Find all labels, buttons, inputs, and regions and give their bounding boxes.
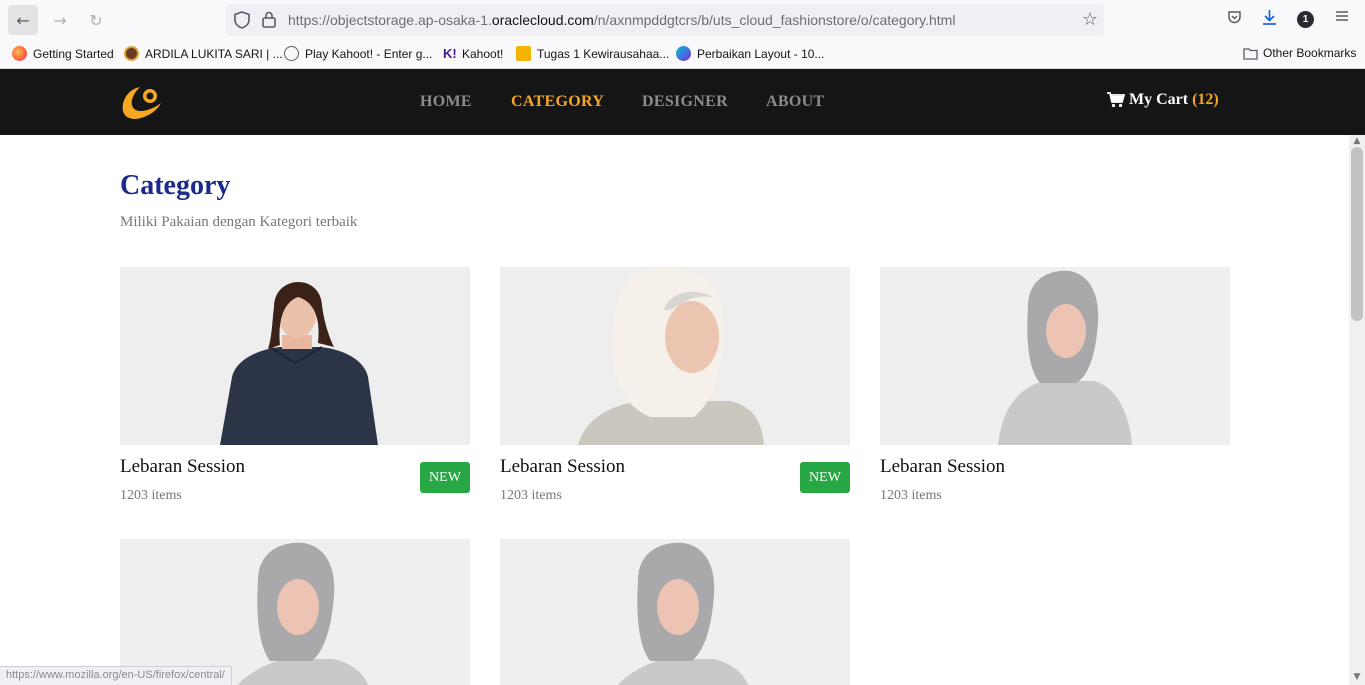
brand-logo[interactable] [120, 83, 162, 123]
nav-designer[interactable]: DESIGNER [642, 93, 728, 111]
star-icon[interactable]: ☆ [1082, 9, 1098, 30]
card-item-count: 1203 items [880, 488, 942, 503]
page-subtitle: Miliki Pakaian dengan Kategori terbaik [120, 214, 358, 230]
nav-home[interactable]: HOME [420, 93, 472, 111]
globe-icon [284, 46, 299, 61]
new-badge: NEW [800, 462, 850, 493]
card-item-count: 1203 items [120, 488, 182, 503]
reload-button[interactable]: ↻ [81, 5, 111, 35]
bookmark-item[interactable]: ARDILA LUKITA SARI | ... [124, 46, 283, 61]
page-scrollbar[interactable]: ▲ ▼ [1349, 135, 1365, 685]
bookmark-item[interactable]: Getting Started [12, 46, 114, 61]
forward-button[interactable]: → [45, 5, 75, 35]
card-title[interactable]: Lebaran Session [500, 456, 625, 478]
bookmarks-bar: Getting Started ARDILA LUKITA SARI | ...… [0, 40, 1365, 69]
scroll-up-icon[interactable]: ▲ [1352, 137, 1362, 146]
card-title[interactable]: Lebaran Session [120, 456, 245, 478]
nav-category[interactable]: CATEGORY [511, 93, 604, 111]
scroll-thumb[interactable] [1351, 147, 1363, 321]
product-image[interactable] [120, 267, 470, 445]
cart-label: My Cart [1129, 91, 1189, 108]
canva-icon [676, 46, 691, 61]
bookmark-item[interactable]: Perbaikan Layout - 10... [676, 46, 824, 61]
lock-icon[interactable] [262, 11, 276, 28]
category-card[interactable]: Lebaran Session 1203 items [880, 267, 1230, 503]
scroll-down-icon[interactable]: ▼ [1352, 673, 1362, 682]
slides-icon [516, 46, 531, 61]
cart-button[interactable]: My Cart (12) [1107, 91, 1219, 109]
folder-icon [1243, 47, 1258, 60]
url-text[interactable]: https://objectstorage.ap-osaka-1.oraclec… [288, 12, 955, 28]
browser-toolbar: ← → ↻ https://objectstorage.ap-osaka-1.o… [0, 0, 1365, 40]
back-button[interactable]: ← [8, 5, 38, 35]
address-bar[interactable]: https://objectstorage.ap-osaka-1.oraclec… [226, 4, 1104, 36]
account-badge[interactable]: 1 [1297, 11, 1314, 28]
shield-icon[interactable] [234, 11, 250, 29]
category-card[interactable]: Lebaran Session NEW 1203 items [120, 267, 470, 503]
bookmark-item[interactable]: K! Kahoot! [443, 46, 503, 61]
product-image[interactable] [500, 539, 850, 685]
product-image[interactable] [880, 267, 1230, 445]
kahoot-icon: K! [443, 46, 457, 61]
new-badge: NEW [420, 462, 470, 493]
category-card[interactable]: Lebaran Session NEW 1203 items [500, 267, 850, 503]
university-icon [124, 46, 139, 61]
product-image[interactable] [500, 267, 850, 445]
download-icon[interactable] [1262, 9, 1277, 30]
bookmark-item[interactable]: Play Kahoot! - Enter g... [284, 46, 432, 61]
bookmark-item[interactable]: Tugas 1 Kewirausahaa... [516, 46, 669, 61]
firefox-icon [12, 46, 27, 61]
pocket-icon[interactable] [1227, 10, 1242, 29]
menu-icon[interactable] [1335, 9, 1349, 27]
card-title[interactable]: Lebaran Session [880, 456, 1005, 478]
category-card[interactable] [500, 539, 850, 685]
status-url: https://www.mozilla.org/en-US/firefox/ce… [0, 666, 232, 685]
nav-about[interactable]: ABOUT [766, 93, 824, 111]
cart-count: (12) [1192, 91, 1219, 108]
product-image[interactable] [120, 539, 470, 685]
card-item-count: 1203 items [500, 488, 562, 503]
page-title: Category [120, 170, 231, 201]
site-header: HOME CATEGORY DESIGNER ABOUT My Cart (12… [0, 69, 1365, 135]
category-card[interactable] [120, 539, 470, 685]
cart-icon [1107, 92, 1125, 108]
other-bookmarks[interactable]: Other Bookmarks [1243, 46, 1356, 60]
